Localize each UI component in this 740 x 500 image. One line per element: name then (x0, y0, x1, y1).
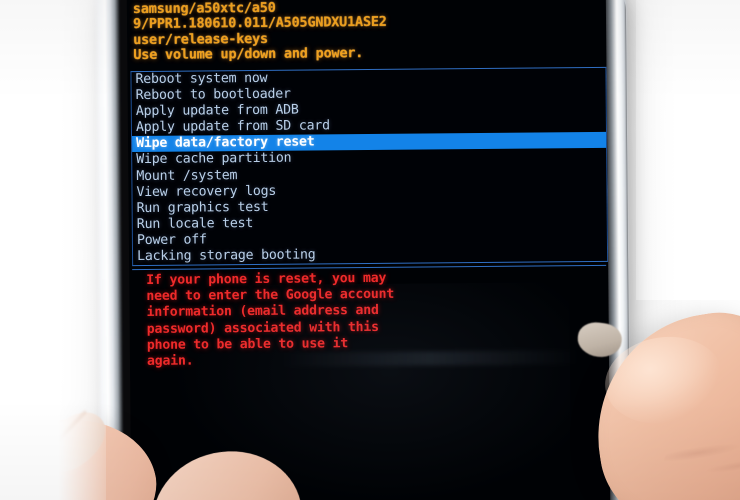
right-hand-thumb (575, 300, 740, 500)
menu-item-lacking-storage-booting[interactable]: Lacking storage booting (133, 245, 607, 265)
header-line-instructions: Use volume up/down and power. (133, 45, 364, 64)
recovery-header: Android Recovery samsung/a50xtc/a50 9/PP… (133, 0, 604, 64)
recovery-menu[interactable]: Reboot system now Reboot to bootloader A… (130, 66, 609, 267)
factory-reset-warning: If your phone is reset, you may need to … (132, 264, 608, 371)
screenshot-stage: Android Recovery samsung/a50xtc/a50 9/PP… (0, 0, 740, 500)
recovery-screen: Android Recovery samsung/a50xtc/a50 9/PP… (126, 0, 611, 500)
hand-veins (660, 421, 740, 500)
